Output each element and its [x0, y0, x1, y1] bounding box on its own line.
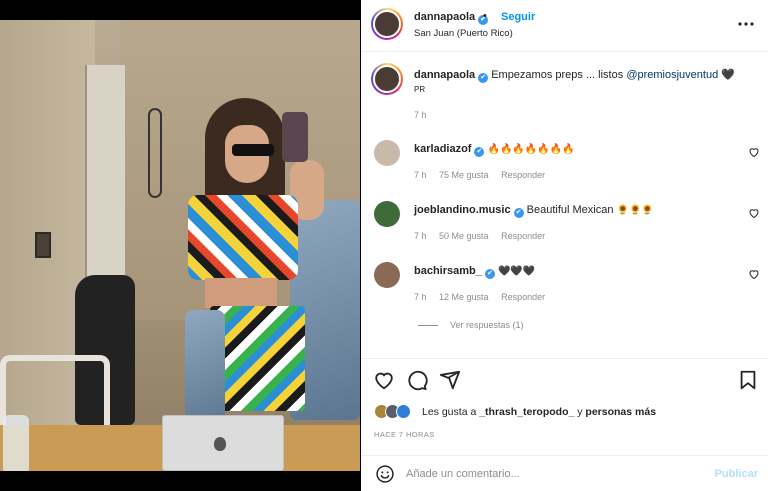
view-replies-label[interactable]: Ver respuestas (1) — [450, 320, 524, 330]
comment-likes[interactable]: 12 Me gusta — [439, 292, 489, 302]
caption-username[interactable]: dannapaola — [414, 69, 475, 81]
post-username[interactable]: dannapaola ✔ — [414, 11, 489, 25]
comment-likes[interactable]: 50 Me gusta — [439, 231, 489, 241]
caption-subtext: PR — [414, 85, 426, 94]
action-bar — [361, 358, 768, 403]
reply-button[interactable]: Responder — [501, 231, 545, 241]
photo-top — [188, 195, 298, 280]
verified-icon: ✔ — [478, 73, 489, 83]
comment-meta: 7 h 75 Me gusta Responder — [414, 170, 555, 180]
post-header: dannapaola ✔ • Seguir San Juan (Puerto Ri… — [361, 0, 768, 52]
photo-outlet — [35, 232, 51, 258]
publish-button[interactable]: Publicar — [715, 468, 758, 480]
comment-body: 🔥🔥🔥🔥🔥🔥🔥 — [487, 144, 575, 155]
comment-text: karladiazof ✔ 🔥🔥🔥🔥🔥🔥🔥 — [414, 143, 575, 157]
emoji-icon[interactable] — [375, 464, 395, 484]
comment-username[interactable]: karladiazof — [414, 143, 471, 155]
verified-icon: ✔ — [513, 208, 524, 218]
likes-conjunction: y — [577, 406, 583, 418]
post-timestamp[interactable]: HACE 7 HORAS — [374, 430, 435, 439]
photo-ringlight — [148, 108, 162, 198]
liker-avatars — [374, 404, 416, 420]
comment-time[interactable]: 7 h — [414, 231, 427, 241]
share-icon[interactable] — [439, 369, 461, 391]
likes-count-link[interactable]: personas más — [585, 406, 656, 418]
comment-time[interactable]: 7 h — [414, 292, 427, 302]
comment-text: bachirsamb_ ✔ 🖤🖤🖤 — [414, 265, 535, 279]
bookmark-icon[interactable] — [737, 369, 759, 391]
comment-item: bachirsamb_ ✔ 🖤🖤🖤 7 h 12 Me gusta Respond… — [361, 262, 768, 322]
replies-divider — [418, 325, 438, 327]
heart-icon[interactable] — [748, 268, 760, 280]
comment-likes[interactable]: 75 Me gusta — [439, 170, 489, 180]
caption: dannapaola ✔ Empezamos preps ... listos @… — [414, 68, 754, 83]
comment-username[interactable]: joeblandino.music — [414, 204, 511, 216]
comment-input[interactable] — [406, 464, 696, 484]
photo-phone — [282, 112, 308, 162]
caption-emoji: 🖤 — [721, 69, 735, 81]
heart-icon[interactable] — [373, 369, 395, 391]
location-link[interactable]: San Juan (Puerto Rico) — [414, 28, 513, 39]
likes-text: Les gusta a _thrash_teropodo_ y personas… — [422, 406, 656, 418]
heart-icon[interactable] — [748, 207, 760, 219]
comment-icon[interactable] — [406, 369, 428, 391]
verified-icon: ✔ — [474, 147, 485, 157]
view-replies-button[interactable]: Ver respuestas (1) — [418, 320, 524, 330]
comment-time[interactable]: 7 h — [414, 170, 427, 180]
more-icon[interactable] — [738, 13, 754, 29]
comments-list[interactable]: dannapaola ✔ Empezamos preps ... listos @… — [361, 53, 768, 358]
likes-summary[interactable]: Les gusta a _thrash_teropodo_ y personas… — [361, 403, 768, 423]
caption-time[interactable]: 7 h — [414, 110, 427, 120]
liker-username[interactable]: _thrash_teropodo_ — [479, 406, 574, 418]
avatar[interactable] — [371, 8, 403, 40]
caption-text: Empezamos preps ... listos — [491, 69, 624, 81]
comment-username[interactable]: bachirsamb_ — [414, 265, 482, 277]
photo-jacket-sleeve — [185, 310, 225, 430]
avatar[interactable] — [374, 201, 400, 227]
photo-door — [85, 65, 125, 295]
heart-icon[interactable] — [748, 146, 760, 158]
avatar — [396, 404, 411, 419]
post-photo[interactable] — [0, 0, 360, 491]
comment-text: joeblandino.music ✔ Beautiful Mexican 🌻🌻🌻 — [414, 204, 654, 218]
photo-sunglasses — [232, 144, 274, 156]
avatar[interactable] — [374, 262, 400, 288]
comment-meta: 7 h 50 Me gusta Responder — [414, 231, 555, 241]
photo-midriff — [205, 278, 277, 308]
comment-body: Beautiful Mexican — [526, 204, 614, 216]
photo-bottle — [3, 415, 29, 471]
follow-button[interactable]: Seguir — [501, 11, 535, 23]
caption-mention[interactable]: @premiosjuventud — [626, 69, 718, 81]
comment-body: 🖤🖤🖤 — [497, 266, 536, 277]
reply-button[interactable]: Responder — [501, 292, 545, 302]
comment-item: joeblandino.music ✔ Beautiful Mexican 🌻🌻🌻… — [361, 201, 768, 261]
apple-logo-icon — [214, 437, 226, 451]
comment-meta: 7 h 12 Me gusta Responder — [414, 292, 555, 302]
likes-prefix: Les gusta a — [422, 406, 477, 418]
avatar[interactable] — [371, 63, 403, 95]
verified-icon: ✔ — [484, 269, 495, 279]
follow-separator: • — [483, 10, 487, 22]
post-image — [0, 20, 360, 471]
reply-button[interactable]: Responder — [501, 170, 545, 180]
avatar[interactable] — [374, 140, 400, 166]
comment-item: karladiazof ✔ 🔥🔥🔥🔥🔥🔥🔥 7 h 75 Me gusta Res… — [361, 140, 768, 200]
add-comment-bar: Publicar — [361, 455, 768, 491]
post-panel: dannapaola ✔ • Seguir San Juan (Puerto Ri… — [361, 0, 768, 491]
username-label[interactable]: dannapaola — [414, 11, 475, 23]
comment-emoji: 🌻🌻🌻 — [616, 205, 654, 216]
